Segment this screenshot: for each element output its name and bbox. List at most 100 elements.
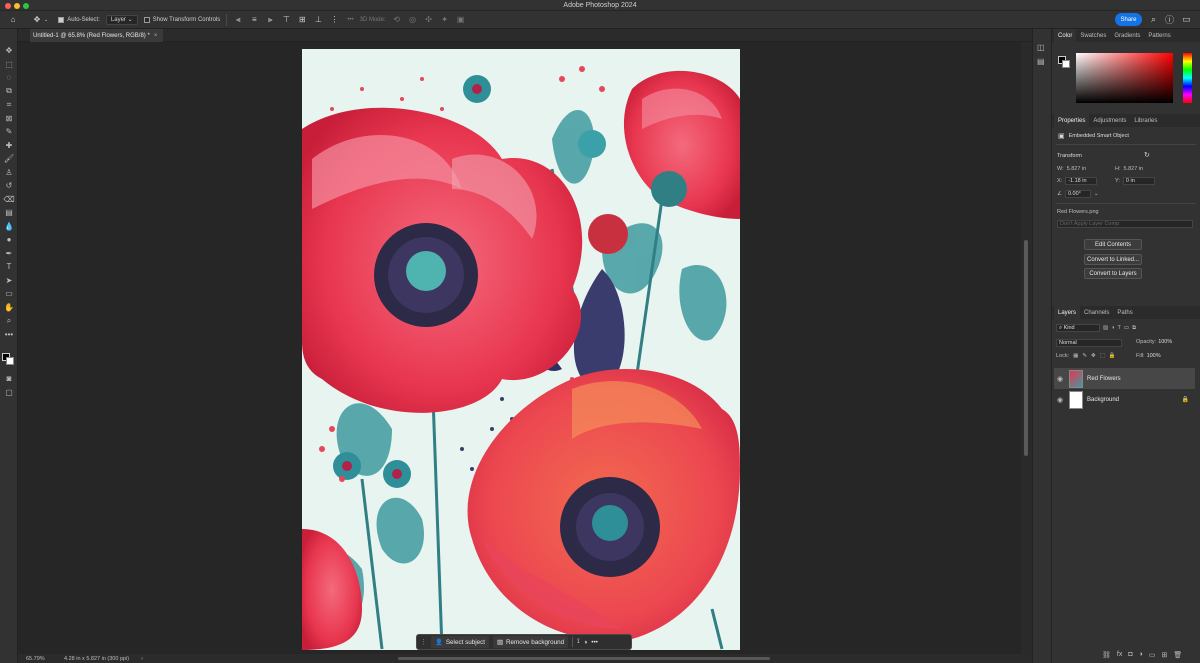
drag-handle-icon[interactable]: ⋮	[420, 638, 427, 646]
shape-filter-icon[interactable]: ▭	[1124, 325, 1129, 331]
auto-select-target-select[interactable]: Layer ⌄	[105, 14, 138, 25]
frame-tool-icon[interactable]: ⊠	[0, 112, 18, 126]
history-brush-tool-icon[interactable]: ↺	[0, 179, 18, 193]
tab-channels[interactable]: Channels	[1080, 306, 1113, 319]
smart-object-filter-icon[interactable]: ⧉	[1132, 325, 1136, 332]
zoom-tool-icon[interactable]: ⌕	[0, 314, 18, 328]
healing-brush-tool-icon[interactable]: ✚	[0, 139, 18, 153]
reset-transform-icon[interactable]: ↻	[1144, 151, 1150, 159]
close-tab-icon[interactable]: ×	[154, 33, 158, 39]
layer-row-red-flowers[interactable]: ◉ Red Flowers	[1054, 368, 1195, 389]
tab-libraries[interactable]: Libraries	[1130, 114, 1161, 127]
pixel-filter-icon[interactable]: ▨	[1103, 325, 1108, 331]
adjustment-icon[interactable]: ◑	[583, 639, 587, 646]
3d-pan-icon[interactable]: ✣	[424, 15, 434, 25]
lock-position-icon[interactable]: ✥	[1091, 353, 1096, 359]
tab-layers[interactable]: Layers	[1054, 306, 1081, 319]
tab-paths[interactable]: Paths	[1113, 306, 1136, 319]
more-options-button[interactable]: •••	[591, 639, 598, 646]
eraser-tool-icon[interactable]: ⌫	[0, 193, 18, 207]
tab-color[interactable]: Color	[1054, 29, 1077, 42]
crop-tool-icon[interactable]: ⌗	[0, 98, 18, 112]
lock-all-icon[interactable]: 🔒	[1109, 353, 1116, 359]
3d-slide-icon[interactable]: ✦	[440, 15, 450, 25]
edit-contents-button[interactable]: Edit Contents	[1084, 239, 1142, 250]
lock-transparent-icon[interactable]: ▦	[1073, 353, 1078, 359]
3d-scale-icon[interactable]: ▣	[456, 15, 466, 25]
blur-tool-icon[interactable]: 💧	[0, 220, 18, 234]
layer-comp-select[interactable]: Don't Apply Layer Comp	[1057, 220, 1193, 228]
new-adjustment-layer-icon[interactable]: ◑	[1139, 651, 1143, 659]
align-middle-icon[interactable]: ⊞	[297, 15, 307, 25]
convert-to-linked-button[interactable]: Convert to Linked...	[1084, 254, 1142, 265]
color-panel-background-swatch[interactable]	[1062, 60, 1070, 68]
brush-tool-icon[interactable]: 🖌	[0, 152, 18, 166]
color-picker-field[interactable]	[1076, 53, 1173, 103]
new-group-icon[interactable]: ▭	[1149, 651, 1156, 659]
canvas-area[interactable]	[18, 42, 1021, 654]
more-options-icon[interactable]: •••	[347, 13, 353, 27]
3d-rotate-icon[interactable]: ⟲	[392, 15, 402, 25]
history-panel-icon[interactable]: ◫	[1037, 43, 1045, 52]
move-tool-icon[interactable]: ✥	[0, 44, 18, 58]
clone-stamp-tool-icon[interactable]: ♙	[0, 166, 18, 180]
x-input[interactable]: -1.18 in	[1065, 177, 1098, 185]
type-tool-icon[interactable]: T	[0, 260, 18, 274]
screen-mode-icon[interactable]: ▢	[0, 386, 18, 400]
lock-artboard-icon[interactable]: ⬚	[1100, 353, 1105, 359]
hand-tool-icon[interactable]: ✋	[0, 301, 18, 315]
convert-to-layers-button[interactable]: Convert to Layers	[1084, 268, 1142, 279]
distribute-icon[interactable]: ⋮	[329, 15, 339, 25]
layer-kind-filter[interactable]: ⌕ Kind	[1056, 324, 1100, 332]
fill-value[interactable]: 100%	[1147, 353, 1161, 359]
adjustment-filter-icon[interactable]: ◑	[1111, 325, 1114, 331]
delete-layer-icon[interactable]: 🗑	[1173, 651, 1182, 659]
gradient-tool-icon[interactable]: ▤	[0, 206, 18, 220]
transform-icon[interactable]: ⟟	[577, 638, 579, 646]
h-value[interactable]: 5.827 in	[1124, 166, 1144, 172]
vertical-scroll-thumb[interactable]	[1024, 240, 1028, 456]
marquee-tool-icon[interactable]: ⬚	[0, 58, 18, 72]
lock-image-icon[interactable]: ✎	[1082, 353, 1087, 359]
angle-input[interactable]: 0.00°	[1064, 190, 1091, 198]
lasso-tool-icon[interactable]: ◌	[0, 71, 18, 85]
rectangle-tool-icon[interactable]: ▭	[0, 287, 18, 301]
eyedropper-tool-icon[interactable]: ✎	[0, 125, 18, 139]
document-canvas[interactable]	[302, 49, 740, 650]
remove-background-button[interactable]: ▨ Remove background	[493, 636, 569, 648]
tab-adjustments[interactable]: Adjustments	[1089, 114, 1130, 127]
pen-tool-icon[interactable]: ✒	[0, 247, 18, 261]
move-tool-icon[interactable]: ✥	[32, 15, 42, 25]
angle-dropdown-chevron-icon[interactable]: ⌄	[1094, 191, 1099, 197]
background-color-swatch[interactable]	[6, 357, 14, 365]
blend-mode-select[interactable]: Normal	[1056, 339, 1122, 347]
tab-properties[interactable]: Properties	[1054, 114, 1090, 127]
new-layer-icon[interactable]: ⊞	[1161, 651, 1167, 659]
document-tab[interactable]: Untitled-1 @ 65.8% (Red Flowers, RGB/8) …	[30, 29, 164, 42]
align-bottom-icon[interactable]: ⊥	[313, 15, 323, 25]
auto-select-checkbox[interactable]: Auto-Select:	[58, 13, 100, 27]
zoom-level[interactable]: 65.79%	[26, 656, 60, 662]
search-icon[interactable]: ⌕	[1148, 14, 1159, 25]
visibility-eye-icon[interactable]: ◉	[1054, 375, 1066, 383]
visibility-eye-icon[interactable]: ◉	[1054, 396, 1066, 404]
dodge-tool-icon[interactable]: ●	[0, 233, 18, 247]
add-mask-icon[interactable]: ◘	[1128, 651, 1132, 659]
align-right-icon[interactable]: ⫸	[265, 15, 275, 25]
comments-panel-icon[interactable]: ▤	[1037, 57, 1045, 66]
tab-swatches[interactable]: Swatches	[1076, 29, 1110, 42]
align-center-icon[interactable]: ≡	[249, 15, 259, 25]
status-menu-chevron-icon[interactable]: ›	[141, 656, 143, 662]
object-selection-tool-icon[interactable]: ⧉	[0, 85, 18, 99]
show-transform-checkbox[interactable]: Show Transform Controls	[143, 13, 220, 27]
vertical-scrollbar[interactable]	[1021, 42, 1032, 654]
quick-mask-icon[interactable]: ◙	[0, 372, 18, 386]
y-input[interactable]: 0 in	[1122, 177, 1155, 185]
home-icon[interactable]: ⌂	[8, 15, 18, 25]
edit-toolbar-icon[interactable]: •••	[0, 328, 18, 342]
tab-gradients[interactable]: Gradients	[1110, 29, 1144, 42]
tool-preset-chevron-icon[interactable]: ⌄	[44, 13, 48, 27]
share-button[interactable]: Share	[1115, 13, 1142, 26]
link-layers-icon[interactable]: ⛓	[1102, 651, 1111, 659]
layer-row-background[interactable]: ◉ Background 🔒	[1054, 389, 1195, 410]
